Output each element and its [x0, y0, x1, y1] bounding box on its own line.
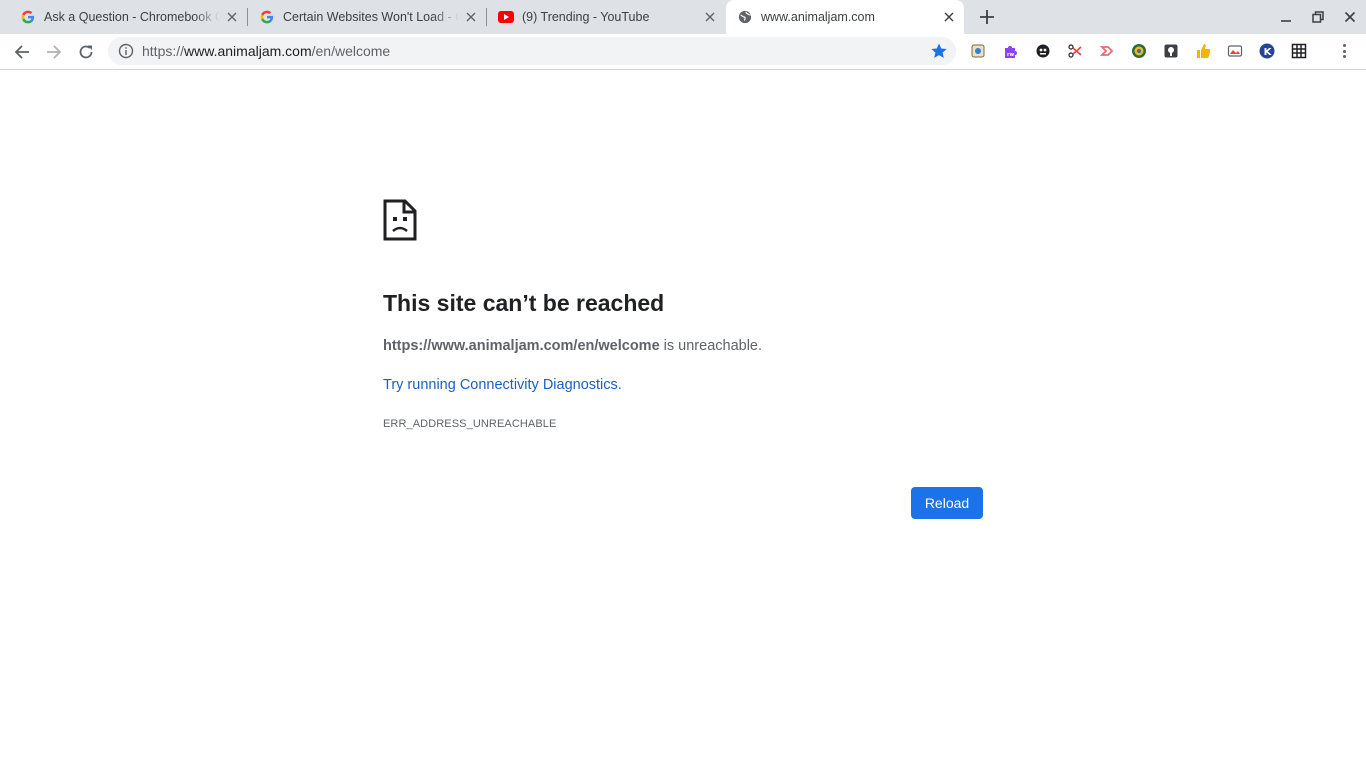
grid-icon[interactable]: [1290, 42, 1308, 60]
reload-toolbar-button[interactable]: [75, 41, 97, 63]
tab-youtube-trending[interactable]: (9) Trending - YouTube: [498, 0, 720, 34]
close-icon: [1344, 11, 1356, 23]
url-scheme: https://: [142, 43, 185, 59]
tab-strip: Ask a Question - Chromebook Community Ce…: [0, 0, 1366, 34]
url-path: /en/welcome: [311, 43, 391, 59]
plus-icon: [980, 10, 994, 24]
refresh-icon: [79, 45, 93, 59]
close-icon[interactable]: [941, 9, 957, 25]
back-button[interactable]: [11, 41, 33, 63]
extension-7-icon[interactable]: [1162, 42, 1180, 60]
svg-text:K: K: [1264, 47, 1273, 58]
forward-button[interactable]: [43, 41, 65, 63]
error-url: https://www.animaljam.com/en/welcome: [383, 338, 660, 354]
restore-icon: [1312, 11, 1324, 23]
extension-1-icon[interactable]: [969, 42, 987, 60]
url-text: https://www.animaljam.com/en/welcome: [142, 43, 390, 59]
globe-icon: [737, 9, 753, 25]
youtube-icon: [498, 9, 514, 25]
restore-button[interactable]: [1309, 8, 1327, 26]
sad-page-icon: [383, 199, 417, 241]
error-description: https://www.animaljam.com/en/welcome is …: [383, 337, 762, 355]
bookmark-star-icon[interactable]: [930, 42, 948, 60]
page-title: This site can’t be reached: [383, 290, 665, 316]
close-icon[interactable]: [463, 9, 479, 25]
error-desc-suffix: is unreachable.: [659, 338, 763, 354]
tab-ask-question[interactable]: Ask a Question - Chromebook Community: [20, 0, 242, 34]
error-code: ERR_ADDRESS_UNREACHABLE: [383, 418, 557, 430]
tab-separator: [247, 8, 248, 26]
address-bar[interactable]: https://www.animaljam.com/en/welcome: [108, 37, 956, 65]
puzzle-rw-icon[interactable]: rw: [1002, 42, 1020, 60]
google-g-icon: [259, 9, 275, 25]
close-window-button[interactable]: [1341, 8, 1359, 26]
minimize-button[interactable]: [1277, 8, 1295, 26]
tab-title: (9) Trending - YouTube: [522, 10, 650, 24]
minimize-icon: [1281, 20, 1291, 22]
extension-9-icon[interactable]: [1226, 42, 1244, 60]
arrow-back-icon: [14, 45, 29, 59]
tab-certain-websites[interactable]: Certain Websites Won't Load - Chromebook…: [259, 0, 481, 34]
scissors-icon[interactable]: [1066, 42, 1084, 60]
k-icon[interactable]: K: [1258, 42, 1276, 60]
more-menu-icon[interactable]: [1336, 42, 1352, 60]
tab-animaljam[interactable]: www.animaljam.com: [726, 0, 964, 34]
tab-title: Ask a Question - Chromebook Community: [44, 10, 220, 24]
tab-title: www.animaljam.com: [761, 10, 875, 24]
close-icon[interactable]: [224, 9, 240, 25]
extension-3-icon[interactable]: [1034, 42, 1052, 60]
arrow-forward-icon: [47, 45, 62, 59]
close-icon[interactable]: [702, 9, 718, 25]
svg-text:rw: rw: [1007, 52, 1014, 58]
extension-5-icon[interactable]: [1098, 42, 1116, 60]
google-g-icon: [20, 9, 36, 25]
reload-button[interactable]: Reload: [911, 487, 983, 519]
info-icon[interactable]: [118, 43, 134, 59]
connectivity-diagnostics-link[interactable]: Try running Connectivity Diagnostics.: [383, 376, 622, 394]
new-tab-button[interactable]: [976, 6, 998, 28]
url-host: www.animaljam.com: [184, 43, 312, 59]
tab-title: Certain Websites Won't Load - Chromebook…: [283, 10, 459, 24]
extension-6-icon[interactable]: [1130, 42, 1148, 60]
tab-separator: [486, 8, 487, 26]
thumbs-up-icon[interactable]: [1194, 42, 1212, 60]
